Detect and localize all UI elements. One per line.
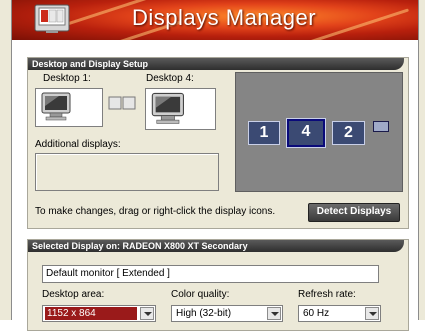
right-window-edge xyxy=(418,0,425,320)
desktop-display-setup-panel: Desktop and Display Setup Desktop 1: Des… xyxy=(27,57,409,229)
mini-display-tile[interactable] xyxy=(373,121,389,132)
monitor-name-field[interactable]: Default monitor [ Extended ] xyxy=(42,265,379,283)
monitor-icon xyxy=(41,92,71,121)
display-tile-2[interactable]: 2 xyxy=(332,121,365,145)
chevron-down-icon[interactable] xyxy=(267,307,281,320)
color-quality-label: Color quality: xyxy=(171,289,230,300)
displays-manager-icon xyxy=(34,4,70,33)
color-quality-select[interactable]: High (32-bit) xyxy=(171,305,283,322)
page-title: Displays Manager xyxy=(132,5,317,30)
additional-displays-box[interactable] xyxy=(35,153,219,191)
chevron-down-icon[interactable] xyxy=(365,307,379,320)
desktop-area-label: Desktop area: xyxy=(42,289,105,300)
refresh-rate-select[interactable]: 60 Hz xyxy=(298,305,381,322)
refresh-rate-value: 60 Hz xyxy=(303,308,330,319)
selected-display-header: Selected Display on: RADEON X800 XT Seco… xyxy=(28,240,404,252)
desktop1-monitor[interactable] xyxy=(35,88,103,127)
detect-displays-button[interactable]: Detect Displays xyxy=(308,203,400,222)
chevron-down-icon[interactable] xyxy=(140,307,154,320)
title-banner: Displays Manager xyxy=(12,0,418,40)
display-tile-4[interactable]: 4 xyxy=(286,118,326,148)
instructions-text: To make changes, drag or right-click the… xyxy=(35,206,276,217)
additional-displays-label: Additional displays: xyxy=(35,139,121,150)
display-arrangement-area[interactable]: 1 4 2 xyxy=(235,72,403,192)
desktop4-label: Desktop 4: xyxy=(146,73,194,84)
linked-desktops-icon xyxy=(108,96,136,110)
selected-display-panel: Selected Display on: RADEON X800 XT Seco… xyxy=(27,239,409,331)
color-quality-value: High (32-bit) xyxy=(176,308,232,319)
display-tile-1[interactable]: 1 xyxy=(248,121,280,145)
desktop1-label: Desktop 1: xyxy=(43,73,91,84)
left-window-edge xyxy=(0,0,12,320)
monitor-icon xyxy=(151,92,184,124)
desktop-area-value: 1152 x 864 xyxy=(45,307,137,320)
desktop4-monitor[interactable] xyxy=(145,88,216,130)
desktop-area-select[interactable]: 1152 x 864 xyxy=(42,305,156,322)
setup-panel-header: Desktop and Display Setup xyxy=(28,58,404,70)
refresh-rate-label: Refresh rate: xyxy=(298,289,356,300)
